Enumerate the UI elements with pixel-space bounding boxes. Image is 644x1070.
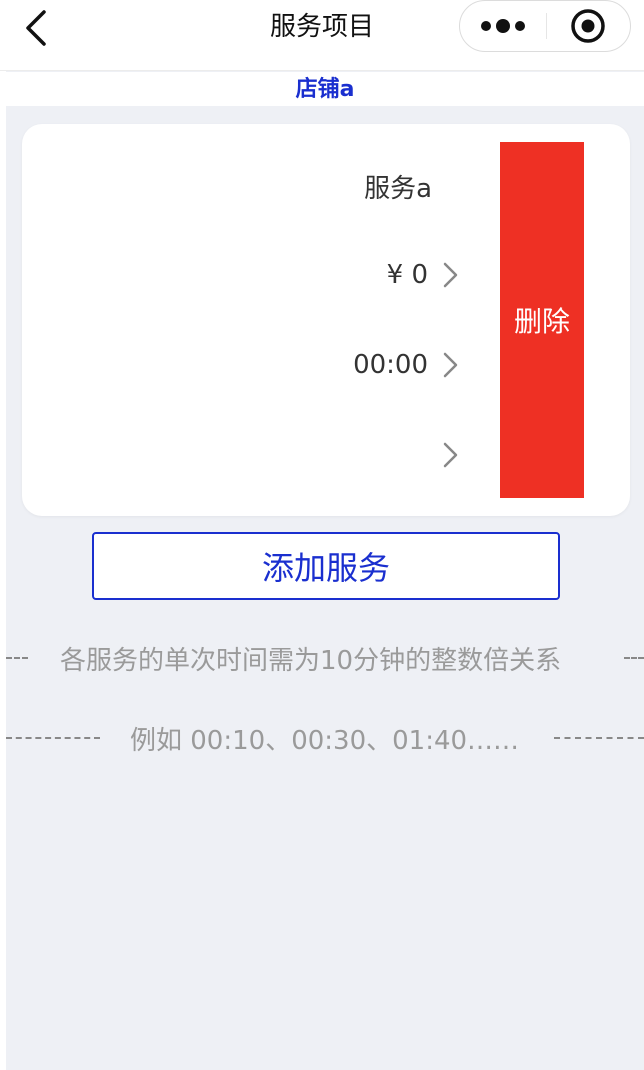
shop-name-label: 店铺a [6,72,644,106]
service-price-row[interactable]: ¥ 0 [387,260,460,290]
service-card: 服务a ¥ 0 00:00 删除 [22,124,630,516]
add-service-button[interactable]: 添加服务 [92,532,560,600]
chevron-right-icon [443,352,458,378]
divider-dash [6,737,100,739]
service-time: 00:00 [353,350,428,380]
chevron-right-icon [443,442,458,468]
tip-line-1: 各服务的单次时间需为10分钟的整数倍关系 [60,646,562,676]
more-button[interactable] [460,1,546,51]
divider-dash [624,657,644,659]
left-edge-strip [0,70,6,1070]
service-time-row[interactable]: 00:00 [353,350,460,380]
target-circle-icon [571,9,605,43]
more-dots-icon [480,19,525,33]
chevron-right-icon [443,262,458,288]
close-miniprogram-button[interactable] [547,1,631,51]
mini-program-capsule [459,0,631,52]
service-price: ¥ 0 [386,260,428,290]
delete-button[interactable]: 删除 [500,142,584,498]
divider-dash [6,657,28,659]
tip-line-2: 例如 00:10、00:30、01:40…… [130,726,520,756]
service-name: 服务a [364,174,432,204]
divider-dash [554,737,644,739]
top-navbar: 服务项目 [0,0,644,71]
service-extra-row[interactable] [428,440,460,470]
service-name-row[interactable]: 服务a [364,168,432,205]
